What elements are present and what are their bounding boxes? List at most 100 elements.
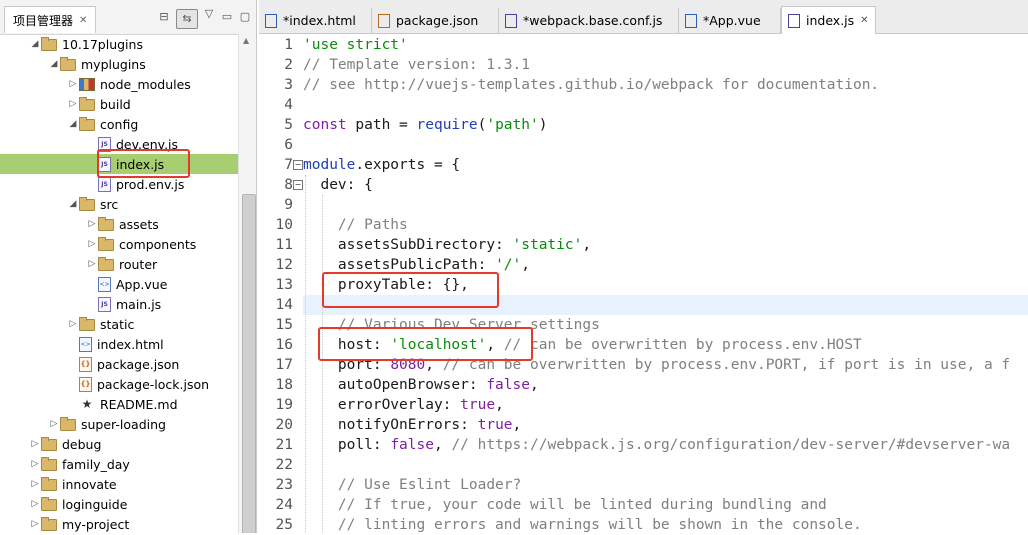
code-line[interactable]: notifyOnErrors: true, bbox=[303, 415, 1028, 435]
code-line[interactable]: // Use Eslint Loader? bbox=[303, 475, 1028, 495]
line-number: 20 bbox=[275, 417, 293, 433]
tree-item[interactable]: ▷ static bbox=[0, 314, 238, 334]
tree-item[interactable]: ▷ assets bbox=[0, 214, 238, 234]
collapsed-arrow-icon[interactable]: ▷ bbox=[86, 219, 98, 229]
editor-tab[interactable]: package.json bbox=[372, 8, 499, 33]
tree-item[interactable]: {} package.json bbox=[0, 354, 238, 374]
code-line[interactable]: assetsSubDirectory: 'static', bbox=[303, 235, 1028, 255]
tree-item[interactable]: ▷ family_day bbox=[0, 454, 238, 474]
tree-item[interactable]: ◢ myplugins bbox=[0, 54, 238, 74]
close-icon[interactable]: ✕ bbox=[860, 15, 868, 26]
collapsed-arrow-icon[interactable]: ▷ bbox=[29, 459, 41, 469]
code-line[interactable]: // linting errors and warnings will be s… bbox=[303, 515, 1028, 533]
tree-item[interactable]: ▷ router bbox=[0, 254, 238, 274]
code-line[interactable]: // see http://vuejs-templates.github.io/… bbox=[303, 75, 1028, 95]
tree-item[interactable]: JS dev.env.js bbox=[0, 134, 238, 154]
code-line[interactable]: poll: false, // https://webpack.js.org/c… bbox=[303, 435, 1028, 455]
collapsed-arrow-icon[interactable]: ▷ bbox=[86, 259, 98, 269]
json-file-icon: {} bbox=[79, 376, 92, 392]
collapsed-arrow-icon[interactable]: ▷ bbox=[67, 319, 79, 329]
code-line[interactable] bbox=[303, 95, 1028, 115]
tree-item[interactable]: {} package-lock.json bbox=[0, 374, 238, 394]
code-area[interactable]: 'use strict'// Template version: 1.3.1//… bbox=[303, 34, 1028, 533]
js-file-icon: JS bbox=[98, 296, 111, 312]
link-with-editor-icon[interactable]: ⇆ bbox=[176, 9, 198, 29]
maximize-icon[interactable]: ▢ bbox=[237, 10, 253, 24]
minimize-icon[interactable]: ▭ bbox=[219, 10, 235, 24]
tree-item-label: myplugins bbox=[81, 56, 146, 72]
code-line[interactable] bbox=[303, 135, 1028, 155]
explorer-scrollbar[interactable]: ▲ bbox=[238, 34, 256, 533]
code-line[interactable]: // Various Dev Server settings bbox=[303, 315, 1028, 335]
collapsed-arrow-icon[interactable]: ▷ bbox=[86, 239, 98, 249]
collapsed-arrow-icon[interactable]: ▷ bbox=[48, 419, 60, 429]
library-folder-icon bbox=[79, 78, 95, 91]
tree-item[interactable]: ▷ components bbox=[0, 234, 238, 254]
expanded-arrow-icon[interactable]: ◢ bbox=[67, 119, 79, 129]
tree-item[interactable]: <> index.html bbox=[0, 334, 238, 354]
code-line[interactable]: // Template version: 1.3.1 bbox=[303, 55, 1028, 75]
code-line[interactable]: dev: { bbox=[303, 175, 1028, 195]
tree-item-label: index.js bbox=[116, 156, 165, 172]
expanded-arrow-icon[interactable]: ◢ bbox=[29, 39, 41, 49]
code-line[interactable]: // Paths bbox=[303, 215, 1028, 235]
folder-icon bbox=[79, 317, 95, 331]
tree-item-label: assets bbox=[119, 216, 159, 232]
tree-item[interactable]: ▷ debug bbox=[0, 434, 238, 454]
code-line[interactable]: 'use strict' bbox=[303, 35, 1028, 55]
code-line[interactable]: host: 'localhost', // can be overwritten… bbox=[303, 335, 1028, 355]
collapsed-arrow-icon[interactable]: ▷ bbox=[67, 79, 79, 89]
tree-item[interactable]: JS main.js bbox=[0, 294, 238, 314]
code-line[interactable]: proxyTable: {}, bbox=[303, 275, 1028, 295]
scrollbar-thumb[interactable] bbox=[242, 194, 256, 533]
code-line[interactable]: autoOpenBrowser: false, bbox=[303, 375, 1028, 395]
tree-item[interactable]: ▷ my-project bbox=[0, 514, 238, 533]
code-line[interactable]: assetsPublicPath: '/', bbox=[303, 255, 1028, 275]
editor-tab[interactable]: *webpack.base.conf.js bbox=[499, 8, 679, 33]
tree-item[interactable]: <> App.vue bbox=[0, 274, 238, 294]
tree-item[interactable]: JS prod.env.js bbox=[0, 174, 238, 194]
code-line[interactable]: errorOverlay: true, bbox=[303, 395, 1028, 415]
tree-item[interactable]: ◢ config bbox=[0, 114, 238, 134]
collapse-all-icon[interactable]: ⊟ bbox=[156, 10, 172, 24]
collapsed-arrow-icon[interactable]: ▷ bbox=[29, 519, 41, 529]
line-number: 4 bbox=[284, 97, 293, 113]
tree-item[interactable]: ▷ node_modules bbox=[0, 74, 238, 94]
scroll-up-icon[interactable]: ▲ bbox=[243, 36, 249, 45]
fold-toggle-icon[interactable]: − bbox=[293, 160, 303, 170]
code-line[interactable] bbox=[303, 195, 1028, 215]
line-number: 13 bbox=[275, 277, 293, 293]
tree-item[interactable]: ▷ build bbox=[0, 94, 238, 114]
close-icon[interactable]: ✕ bbox=[79, 15, 87, 26]
tree-item[interactable]: ▷ innovate bbox=[0, 474, 238, 494]
code-line[interactable]: // If true, your code will be linted dur… bbox=[303, 495, 1028, 515]
collapsed-arrow-icon[interactable]: ▷ bbox=[29, 499, 41, 509]
expanded-arrow-icon[interactable]: ◢ bbox=[67, 199, 79, 209]
code-line[interactable]: port: 8080, // can be overwritten by pro… bbox=[303, 355, 1028, 375]
code-line[interactable]: const path = require('path') bbox=[303, 115, 1028, 135]
folder-icon bbox=[41, 477, 57, 491]
editor-tab[interactable]: index.js ✕ bbox=[781, 6, 876, 34]
tree-item[interactable]: JS index.js bbox=[0, 154, 238, 174]
star-file-icon: ★ bbox=[81, 397, 93, 411]
collapsed-arrow-icon[interactable]: ▷ bbox=[29, 479, 41, 489]
code-line[interactable] bbox=[303, 455, 1028, 475]
code-line[interactable] bbox=[303, 295, 1028, 315]
explorer-tab[interactable]: 项目管理器 ✕ bbox=[4, 6, 97, 33]
tree-item[interactable]: ▷ loginguide bbox=[0, 494, 238, 514]
folder-icon bbox=[41, 37, 57, 51]
tree-item-label: family_day bbox=[62, 456, 130, 472]
editor-tab[interactable]: *index.html bbox=[259, 8, 372, 33]
collapsed-arrow-icon[interactable]: ▷ bbox=[29, 439, 41, 449]
tree-item[interactable]: ◢ src bbox=[0, 194, 238, 214]
expanded-arrow-icon[interactable]: ◢ bbox=[48, 59, 60, 69]
collapsed-arrow-icon[interactable]: ▷ bbox=[67, 99, 79, 109]
code-line[interactable]: module.exports = { bbox=[303, 155, 1028, 175]
tree-item[interactable]: ◢ 10.17plugins bbox=[0, 34, 238, 54]
view-menu-icon[interactable]: ▽ bbox=[201, 7, 217, 21]
fold-toggle-icon[interactable]: − bbox=[293, 180, 303, 190]
tree-item[interactable]: ★ README.md bbox=[0, 394, 238, 414]
editor-tab[interactable]: *App.vue bbox=[679, 8, 781, 33]
line-number: 12 bbox=[275, 257, 293, 273]
tree-item[interactable]: ▷ super-loading bbox=[0, 414, 238, 434]
